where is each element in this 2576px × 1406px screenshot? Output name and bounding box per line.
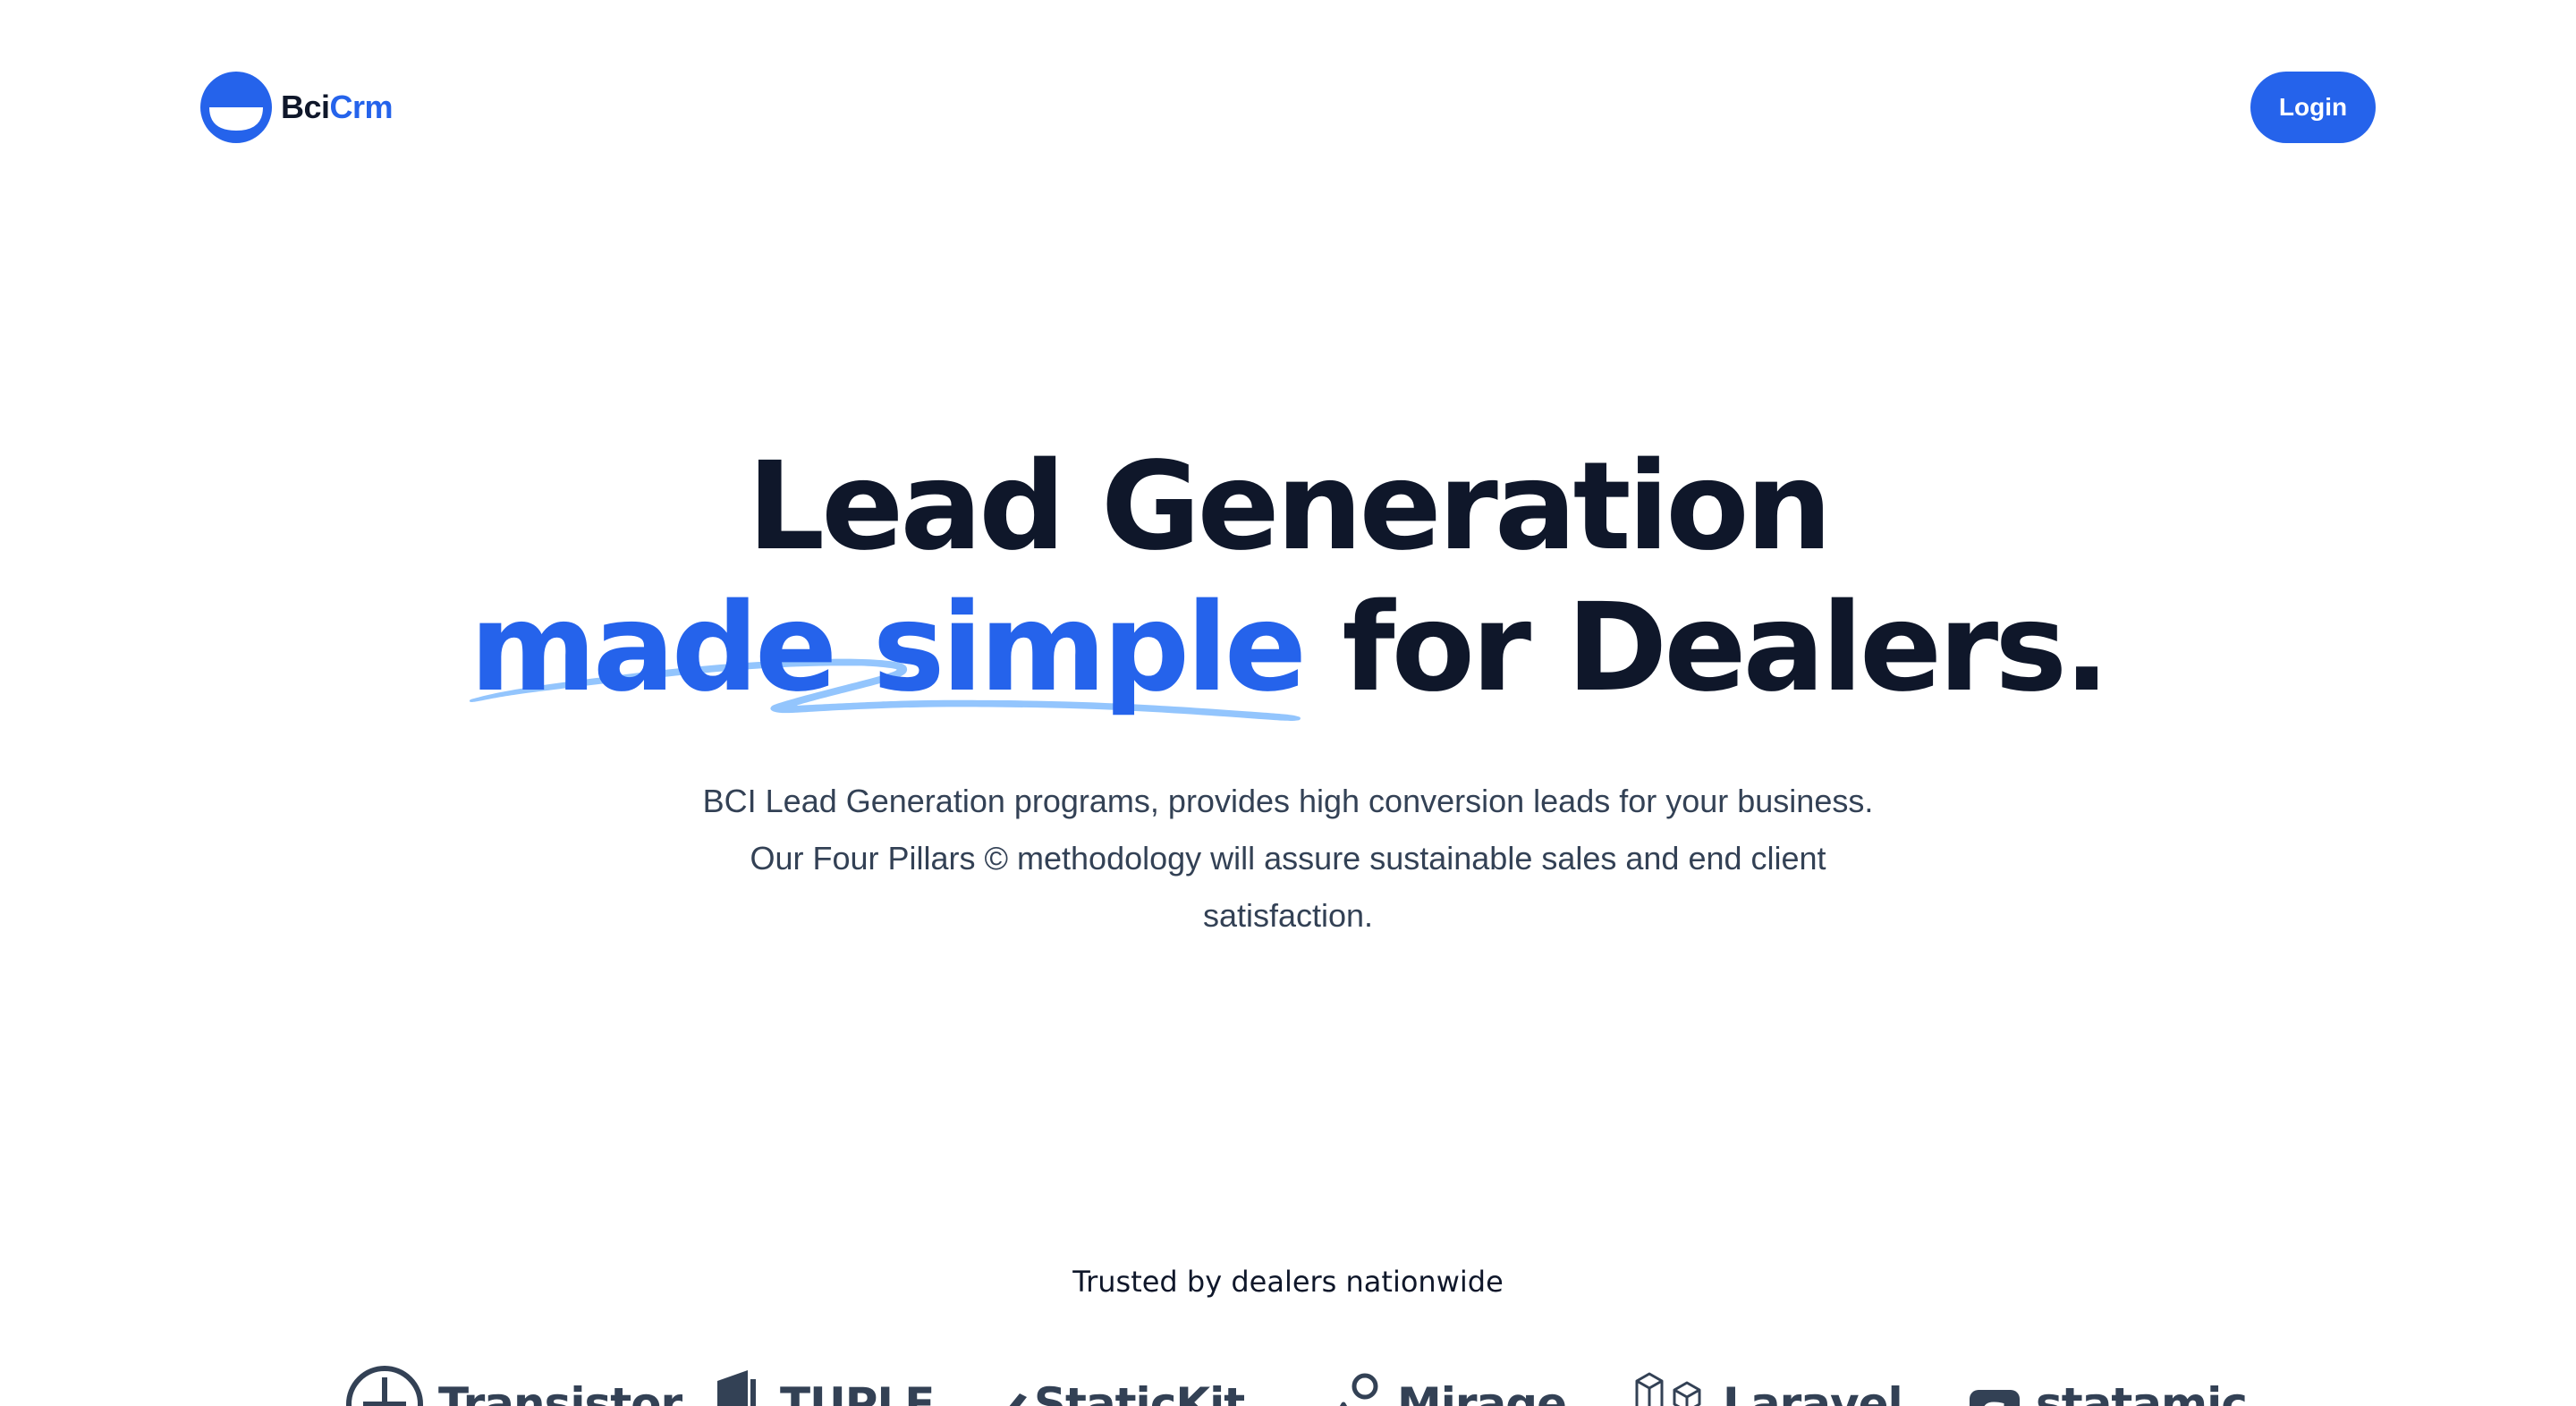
statickit-icon bbox=[1009, 1393, 1027, 1406]
hero-title: Lead Generation made simple for Dealers. bbox=[0, 436, 2576, 721]
brand-laravel: Laravel bbox=[1633, 1368, 1903, 1406]
brand-name-laravel: Laravel bbox=[1723, 1378, 1903, 1406]
brand-name-transistor: Transistor bbox=[438, 1378, 682, 1406]
hero-title-accent: made simple bbox=[470, 578, 1307, 721]
brand-tuple: TUPLE bbox=[716, 1368, 935, 1406]
hero-description: BCI Lead Generation programs, provides h… bbox=[702, 783, 1874, 934]
brand-name-statamic: statamic bbox=[2036, 1378, 2248, 1406]
logo-link[interactable]: BciCrm bbox=[200, 72, 394, 143]
svg-text:S: S bbox=[1980, 1395, 2009, 1406]
statamic-icon: S bbox=[1970, 1390, 2020, 1406]
brand-logos: Transistor TUPLE StaticKit Mirage Larave… bbox=[0, 1366, 2576, 1406]
hero-title-accent-text: made simple bbox=[470, 578, 1307, 719]
brand-name-mirage: Mirage bbox=[1397, 1378, 1567, 1406]
landing-page: BciCrm Login Lead Generation made simple… bbox=[0, 0, 2576, 1406]
trusted-heading: Trusted by dealers nationwide bbox=[1072, 1265, 1504, 1299]
laravel-icon bbox=[1635, 1372, 1701, 1406]
hero-title-rest: for Dealers. bbox=[1303, 578, 2109, 719]
mirage-icon bbox=[1339, 1373, 1378, 1406]
brand-name-statickit: StaticKit bbox=[1034, 1378, 1245, 1406]
tuple-icon bbox=[717, 1370, 756, 1406]
brand-name-tuple: TUPLE bbox=[780, 1378, 935, 1406]
brand-statickit: StaticKit bbox=[991, 1368, 1245, 1406]
hero-title-line2: made simple for Dealers. bbox=[0, 578, 2576, 721]
logo-text-primary: Bci bbox=[281, 89, 330, 125]
brand-mirage: Mirage bbox=[1320, 1368, 1567, 1406]
logo-icon bbox=[200, 72, 272, 143]
brand-statamic: S statamic bbox=[1968, 1368, 2248, 1406]
transistor-icon bbox=[346, 1366, 423, 1406]
logo-text-accent: Crm bbox=[329, 89, 394, 125]
logo-text: BciCrm bbox=[281, 89, 394, 126]
hero-title-line1: Lead Generation bbox=[747, 436, 1832, 578]
brand-transistor: Transistor bbox=[345, 1366, 682, 1406]
login-button[interactable]: Login bbox=[2250, 72, 2376, 143]
